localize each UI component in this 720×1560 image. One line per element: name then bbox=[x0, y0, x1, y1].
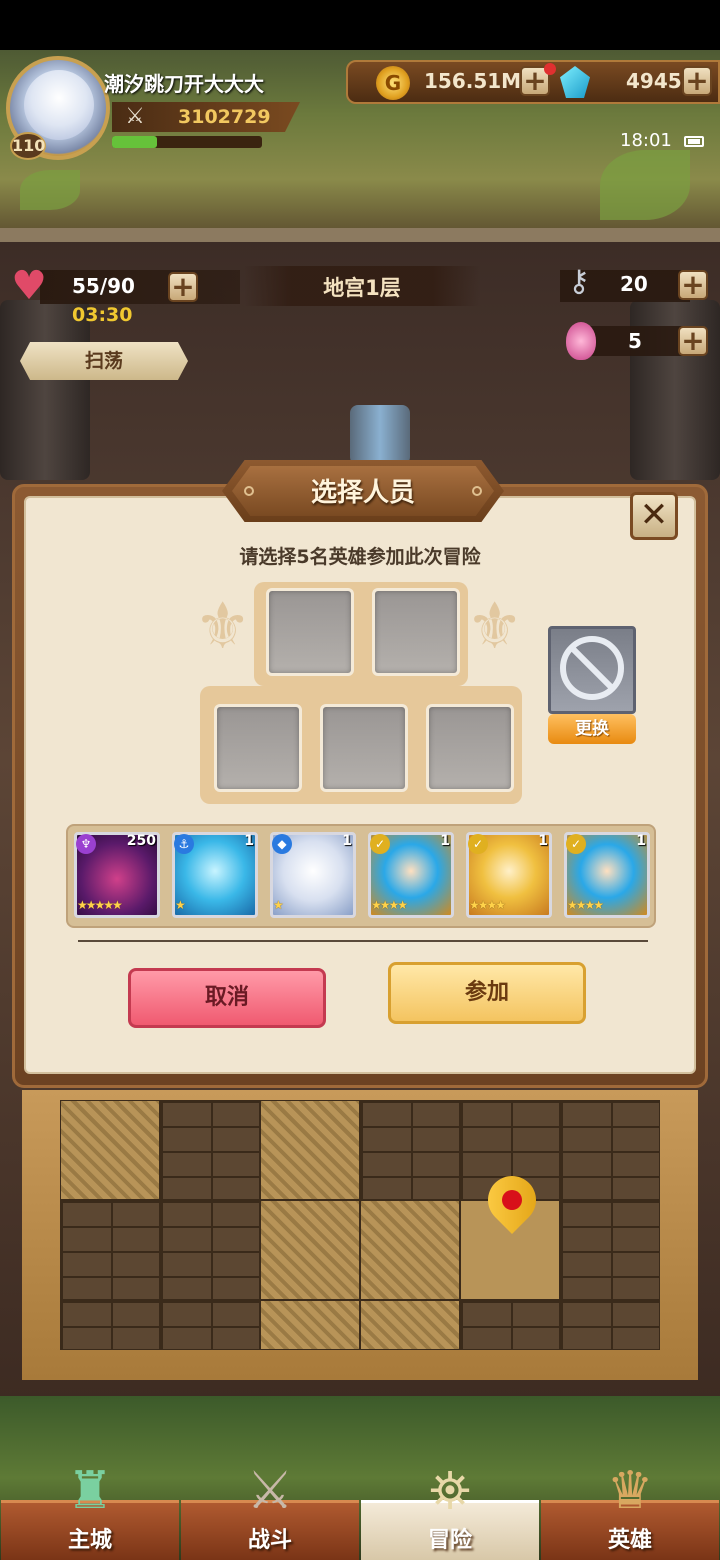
map-tile[interactable] bbox=[160, 1200, 260, 1300]
crystal-rock bbox=[350, 405, 410, 465]
location-pin-dot bbox=[502, 1190, 522, 1210]
hero-slot[interactable] bbox=[214, 704, 302, 792]
egg-icon bbox=[566, 322, 596, 360]
sweep-button[interactable]: 扫荡 bbox=[20, 342, 188, 380]
hero-stars: ★ bbox=[273, 898, 284, 912]
add-keys-button[interactable]: + bbox=[678, 270, 708, 300]
notification-dot bbox=[544, 63, 556, 75]
hero-class-icon: ⚓ bbox=[174, 834, 194, 854]
hero-class-icon: ✓ bbox=[468, 834, 488, 854]
hero-stars: ★★★★ bbox=[371, 898, 408, 912]
hero-level: 1 bbox=[636, 833, 646, 849]
hero-stars: ★★★★ bbox=[469, 898, 506, 912]
add-eggs-button[interactable]: + bbox=[678, 326, 708, 356]
map-tile[interactable] bbox=[60, 1200, 160, 1300]
stamina-value: 55/90 bbox=[72, 274, 135, 298]
gem-amount: 4945 bbox=[626, 69, 682, 93]
adventure-map-icon: ⛯ bbox=[429, 1461, 471, 1521]
clock: 18:01 bbox=[620, 130, 672, 151]
gold-coin-icon: G bbox=[376, 66, 410, 100]
floor-title: 地宫1层 bbox=[323, 276, 401, 300]
hero-class-icon: ◆ bbox=[272, 834, 292, 854]
map-tile[interactable] bbox=[560, 1300, 660, 1350]
nav-label: 主城 bbox=[67, 1528, 112, 1553]
fleur-de-lis-icon: ⚜ bbox=[466, 590, 524, 664]
hero-slot[interactable] bbox=[372, 588, 460, 676]
hero-level: 1 bbox=[538, 833, 548, 849]
xp-bar-fill bbox=[112, 136, 157, 148]
stamina-timer: 03:30 bbox=[72, 304, 133, 326]
status-bar-background bbox=[0, 0, 720, 50]
hero-stars: ★ bbox=[175, 898, 186, 912]
castle-icon: ♜ bbox=[66, 1461, 114, 1521]
stone-pillar bbox=[0, 300, 90, 480]
map-tile[interactable] bbox=[60, 1100, 160, 1200]
hero-level: 250 bbox=[126, 833, 156, 849]
heart-icon: ♥ bbox=[11, 263, 47, 309]
map-tile[interactable] bbox=[560, 1100, 660, 1200]
map-tile[interactable] bbox=[60, 1300, 160, 1350]
stone-ledge bbox=[0, 228, 720, 242]
hero-level: 1 bbox=[244, 833, 254, 849]
map-tile[interactable] bbox=[360, 1200, 460, 1300]
close-button[interactable]: ✕ bbox=[630, 492, 678, 540]
gold-amount: 156.51M bbox=[424, 69, 522, 93]
hero-class-icon: ✓ bbox=[566, 834, 586, 854]
dungeon-map-grid bbox=[60, 1100, 660, 1350]
map-tile[interactable] bbox=[560, 1200, 660, 1300]
crossed-swords-icon: ⚔ bbox=[246, 1461, 294, 1521]
map-tile[interactable] bbox=[460, 1300, 560, 1350]
divider bbox=[78, 940, 648, 942]
join-button[interactable]: 参加 bbox=[388, 962, 586, 1024]
fleur-de-lis-icon: ⚜ bbox=[194, 590, 252, 664]
player-name: 潮汐跳刀开大大大 bbox=[104, 72, 264, 96]
map-tile[interactable] bbox=[260, 1200, 360, 1300]
map-tile[interactable] bbox=[160, 1300, 260, 1350]
add-gems-button[interactable]: + bbox=[682, 66, 712, 96]
foliage-decoration bbox=[20, 170, 80, 210]
hero-slot[interactable] bbox=[266, 588, 354, 676]
hero-stars: ★★★★★ bbox=[77, 898, 123, 912]
egg-count: 5 bbox=[628, 329, 642, 353]
player-level-badge: 110 bbox=[10, 132, 46, 160]
combat-power-value: 3102729 bbox=[178, 106, 271, 128]
map-tile[interactable] bbox=[260, 1300, 360, 1350]
map-tile[interactable] bbox=[260, 1100, 360, 1200]
map-tile[interactable] bbox=[160, 1100, 260, 1200]
hero-slot[interactable] bbox=[320, 704, 408, 792]
instruction-text: 请选择5名英雄参加此次冒险 bbox=[239, 546, 481, 568]
battery-icon bbox=[684, 136, 704, 147]
prohibited-icon bbox=[560, 636, 624, 700]
hero-class-icon: ✓ bbox=[370, 834, 390, 854]
nav-label: 战斗 bbox=[247, 1528, 292, 1553]
nav-label: 冒险 bbox=[427, 1528, 472, 1553]
nav-label: 英雄 bbox=[607, 1528, 652, 1553]
add-stamina-button[interactable]: + bbox=[168, 272, 198, 302]
swap-button[interactable]: 更换 bbox=[548, 714, 636, 744]
hero-class-icon: ♆ bbox=[76, 834, 96, 854]
hero-slot[interactable] bbox=[426, 704, 514, 792]
hero-level: 1 bbox=[342, 833, 352, 849]
map-tile[interactable] bbox=[360, 1300, 460, 1350]
cancel-button[interactable]: 取消 bbox=[128, 968, 326, 1028]
avatar-portrait bbox=[24, 70, 94, 140]
stamina-row bbox=[40, 270, 240, 304]
crossed-swords-icon: ⚔ bbox=[125, 104, 145, 129]
map-tile[interactable] bbox=[360, 1100, 460, 1200]
key-count: 20 bbox=[620, 272, 648, 296]
hero-level: 1 bbox=[440, 833, 450, 849]
hero-crest-icon: ♛ bbox=[606, 1461, 654, 1521]
dialog-title: 选择人员 bbox=[310, 478, 415, 508]
key-icon: ⚷ bbox=[568, 264, 590, 299]
foliage-decoration bbox=[600, 150, 690, 220]
hero-stars: ★★★★ bbox=[567, 898, 604, 912]
